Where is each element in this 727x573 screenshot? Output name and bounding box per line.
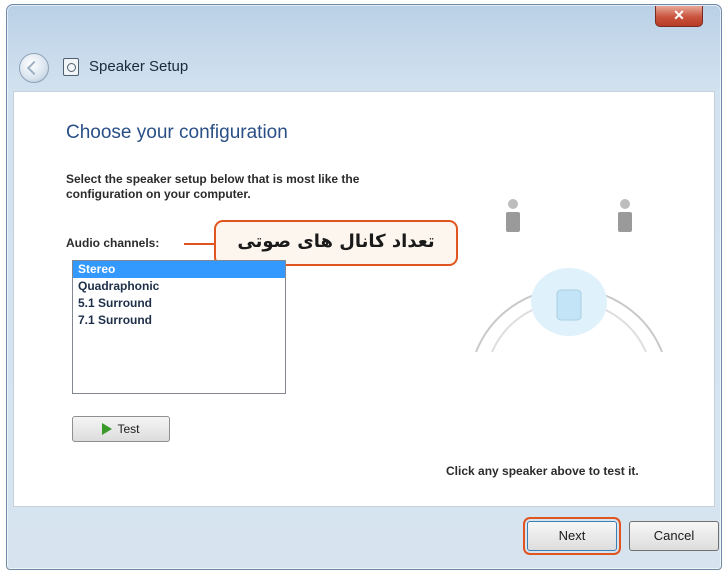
list-item-5-1-surround[interactable]: 5.1 Surround — [73, 295, 285, 312]
next-button[interactable]: Next — [523, 517, 621, 555]
test-button-label: Test — [117, 422, 140, 436]
speaker-setup-window: ✕ Speaker Setup Choose your configuratio… — [6, 4, 722, 570]
page-heading: Choose your configuration — [66, 122, 288, 143]
title-bar: Speaker Setup — [7, 45, 721, 91]
test-button[interactable]: Test — [72, 416, 170, 442]
play-icon — [102, 423, 113, 435]
hint-text: Click any speaker above to test it. — [446, 464, 639, 478]
close-button[interactable]: ✕ — [655, 6, 703, 27]
list-item-7-1-surround[interactable]: 7.1 Surround — [73, 312, 285, 329]
front-left-speaker-icon[interactable] — [506, 199, 520, 232]
footer: Next Cancel — [13, 507, 719, 563]
content-panel: Choose your configuration Select the spe… — [13, 91, 715, 507]
instructions-text: Select the speaker setup below that is m… — [66, 172, 360, 201]
audio-channels-label: Audio channels: — [66, 236, 160, 250]
speaker-setup-icon — [63, 58, 79, 76]
window-title: Speaker Setup — [89, 58, 189, 75]
back-arrow-icon[interactable] — [19, 53, 49, 83]
audio-channels-list[interactable]: Stereo Quadraphonic 5.1 Surround 7.1 Sur… — [72, 260, 286, 394]
annotation-pointer — [184, 243, 214, 245]
speaker-diagram — [475, 199, 663, 353]
front-right-speaker-icon[interactable] — [618, 199, 632, 232]
listener-icon — [556, 289, 582, 321]
cancel-button[interactable]: Cancel — [629, 521, 719, 551]
list-item-quadraphonic[interactable]: Quadraphonic — [73, 278, 285, 295]
list-item-stereo[interactable]: Stereo — [73, 261, 285, 278]
